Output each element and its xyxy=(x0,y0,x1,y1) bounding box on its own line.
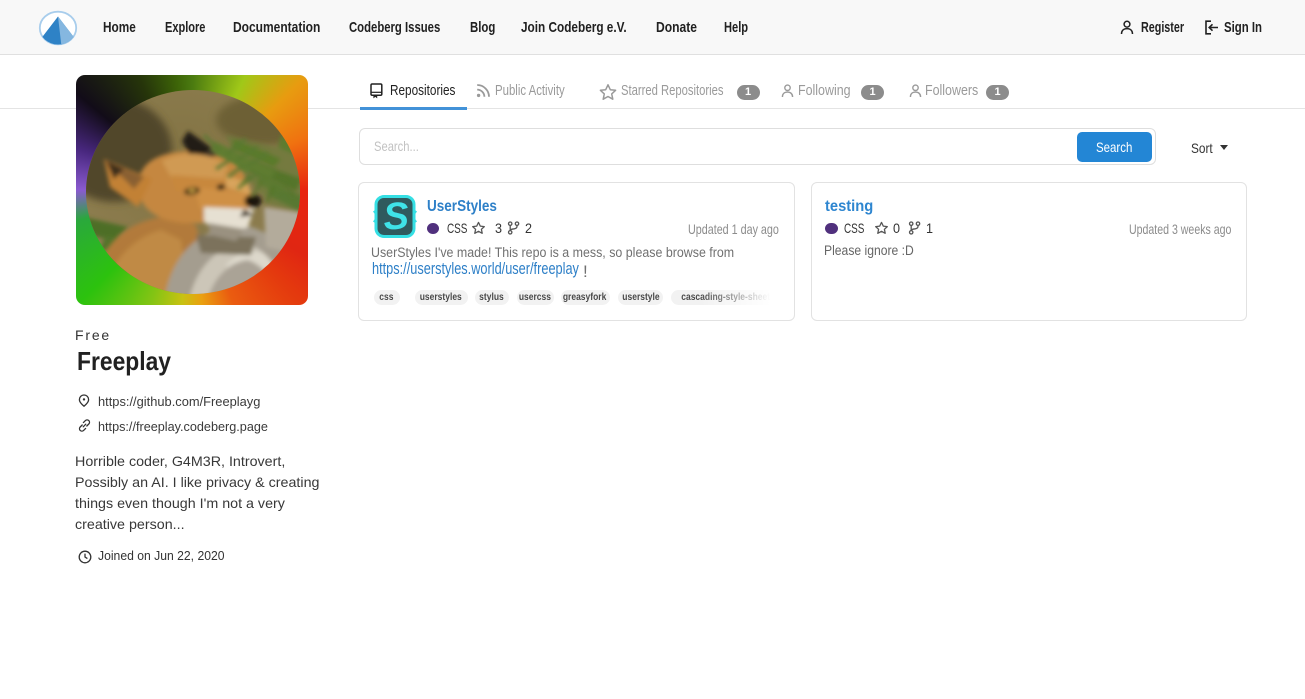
svg-text:S: S xyxy=(382,195,410,238)
